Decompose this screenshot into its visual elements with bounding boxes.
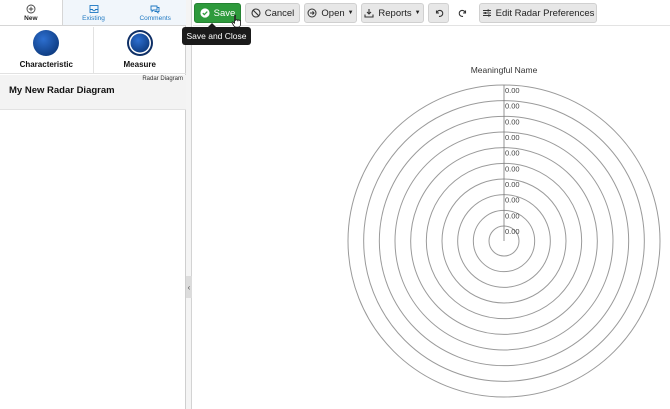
toolbar: Save Cancel Open ▼ Reports ▼ Edit Radar … — [193, 0, 670, 26]
radar-ring-label: 0.00 — [505, 180, 520, 189]
plus-circle-icon — [26, 4, 36, 13]
radar-ring-label: 0.00 — [505, 196, 520, 205]
radar-ring-label: 0.00 — [505, 102, 520, 111]
left-sidebar: New Existing Comments Characteristic Mea… — [0, 0, 186, 409]
ban-icon — [251, 8, 261, 18]
undo-icon — [435, 9, 443, 17]
open-dropdown-button[interactable]: Open ▼ — [304, 3, 357, 23]
caret-down-icon: ▼ — [414, 10, 421, 16]
tab-comments[interactable]: Comments — [124, 0, 186, 25]
chevron-left-icon: ‹ — [187, 282, 191, 292]
arrow-circle-right-icon — [307, 8, 317, 18]
reports-dropdown-button[interactable]: Reports ▼ — [361, 3, 424, 23]
reports-button-label: Reports — [378, 7, 412, 19]
tab-new-label: New — [24, 14, 38, 22]
comments-icon — [150, 5, 160, 14]
check-circle-icon — [200, 8, 210, 18]
tab-existing[interactable]: Existing — [63, 0, 125, 25]
shape-characteristic[interactable]: Characteristic — [0, 27, 94, 73]
shape-measure-label: Measure — [123, 60, 156, 69]
radar-ring-label: 0.00 — [505, 164, 520, 173]
radar-ring-label: 0.00 — [505, 117, 520, 126]
cancel-button-label: Cancel — [264, 7, 295, 19]
undo-button[interactable] — [428, 3, 449, 23]
collapse-sidebar-handle[interactable]: ‹ — [186, 276, 192, 298]
redo-button[interactable] — [453, 3, 473, 23]
open-button-label: Open — [321, 7, 345, 19]
redo-icon — [458, 9, 467, 17]
sliders-icon — [482, 9, 491, 17]
shape-measure[interactable]: Measure — [94, 27, 187, 73]
filled-circle-icon — [33, 30, 60, 56]
diagram-type-label: Radar Diagram — [142, 76, 183, 82]
caret-down-icon: ▼ — [347, 10, 354, 16]
diagram-list-item[interactable]: Radar Diagram My New Radar Diagram — [0, 75, 186, 110]
diagram-canvas[interactable]: Meaningful Name 0.00 0.00 0.00 0.00 0.00 0.00… — [193, 27, 670, 409]
radar-ring-label: 0.00 — [505, 149, 520, 158]
radar-title: Meaningful Name — [471, 65, 538, 75]
radar-ring-label: 0.00 — [505, 227, 520, 236]
download-icon — [364, 9, 374, 18]
sidebar-tabs: New Existing Comments — [0, 0, 186, 26]
edit-radar-preferences-label: Edit Radar Preferences — [495, 7, 595, 19]
radar-ring-label: 0.00 — [505, 133, 520, 142]
diagram-name: My New Radar Diagram — [9, 85, 115, 96]
ringed-circle-icon — [126, 30, 153, 56]
inbox-icon — [89, 4, 98, 13]
cancel-button[interactable]: Cancel — [245, 3, 300, 23]
shape-characteristic-label: Characteristic — [19, 60, 73, 69]
hand-pointer-icon — [231, 14, 241, 28]
tab-existing-label: Existing — [82, 14, 105, 22]
radar-ring-label: 0.00 — [505, 86, 520, 95]
tab-new[interactable]: New — [0, 0, 63, 25]
shape-palette: Characteristic Measure — [0, 27, 186, 74]
panel-splitter[interactable] — [186, 0, 192, 409]
radar-ring-label: 0.00 — [505, 211, 520, 220]
edit-radar-preferences-button[interactable]: Edit Radar Preferences — [479, 3, 597, 23]
radar-chart: Meaningful Name 0.00 0.00 0.00 0.00 0.00 0.00… — [347, 65, 661, 398]
tab-comments-label: Comments — [139, 14, 171, 22]
